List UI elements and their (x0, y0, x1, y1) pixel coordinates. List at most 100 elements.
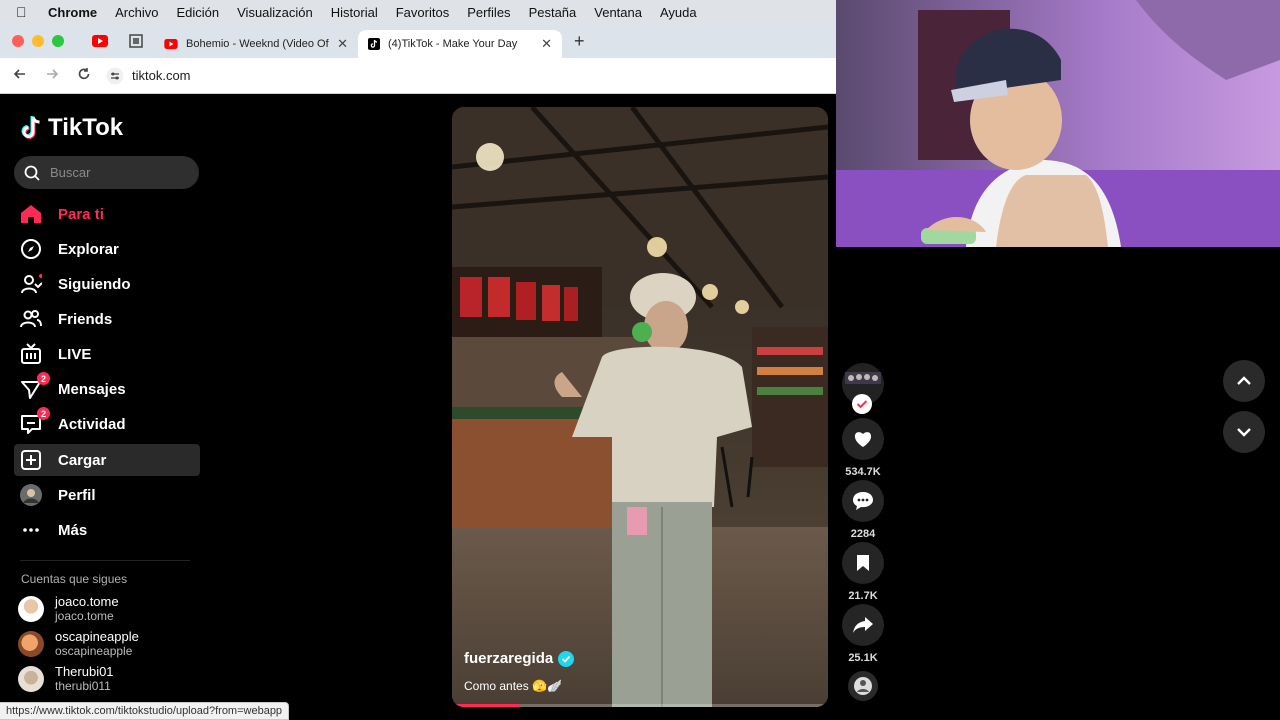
nav-label: Friends (58, 310, 113, 328)
forward-button[interactable] (36, 67, 68, 84)
reload-icon (78, 68, 90, 80)
comment-icon (853, 492, 873, 510)
previous-video-button[interactable] (1223, 360, 1265, 402)
menu-perfiles[interactable]: Perfiles (467, 5, 510, 20)
nav-cargar[interactable]: Cargar (14, 444, 200, 476)
creator-avatar-button[interactable] (840, 362, 886, 414)
music-disc-button[interactable] (840, 670, 886, 707)
site-settings-icon[interactable] (106, 67, 124, 85)
live-icon (20, 343, 42, 365)
pinned-tab-youtube[interactable] (82, 28, 118, 54)
account-name: Therubi01 (55, 664, 114, 679)
share-button[interactable]: 25.1K (840, 604, 886, 664)
nav-explorar[interactable]: Explorar (14, 233, 200, 265)
tab-bohemio[interactable]: Bohemio - Weeknd (Video Of ✕ (154, 30, 358, 58)
apple-icon[interactable]:  (16, 4, 34, 20)
logo-text: TikTok (48, 114, 124, 141)
like-count: 534.7K (845, 466, 881, 478)
tiktok-logo-icon (21, 116, 40, 139)
webcam-overlay (836, 0, 1280, 247)
following-account[interactable]: oscapineapple oscapineapple (18, 630, 139, 658)
menu-historial[interactable]: Historial (331, 5, 378, 20)
nav-live[interactable]: LIVE (14, 338, 200, 370)
menu-visualizacion[interactable]: Visualización (237, 5, 313, 20)
search-placeholder: Buscar (50, 165, 91, 180)
next-video-button[interactable] (1223, 411, 1265, 453)
chevron-up-icon (1237, 376, 1251, 385)
nav-label: Siguiendo (58, 275, 131, 293)
tab-title: Bohemio - Weeknd (Video Of (186, 38, 329, 50)
video-username: fuerzaregida (464, 650, 554, 667)
nav-siguiendo[interactable]: Siguiendo (14, 268, 200, 300)
close-tab-icon[interactable]: ✕ (541, 36, 552, 52)
share-count: 25.1K (848, 652, 878, 664)
account-handle: therubi011 (55, 679, 111, 693)
nav-mensajes[interactable]: 2 Mensajes (14, 372, 200, 405)
account-name: joaco.tome (55, 594, 119, 609)
sidebar: TikTok Buscar Para ti Explorar Siguiendo (0, 94, 210, 720)
browser-tabbar: Bohemio - Weeknd (Video Of ✕ (4)TikTok -… (0, 24, 836, 58)
nav-perfil[interactable]: Perfil (14, 479, 200, 511)
following-account[interactable]: joaco.tome joaco.tome (18, 595, 119, 623)
following-section-title: Cuentas que sigues (21, 572, 128, 586)
profile-avatar (20, 484, 42, 506)
new-tab-button[interactable]: + (574, 31, 585, 52)
heart-icon (854, 432, 872, 447)
following-icon (20, 273, 42, 295)
activity-icon: 2 (20, 407, 50, 435)
back-button[interactable] (4, 67, 36, 84)
address-toolbar: tiktok.com (0, 58, 836, 94)
maximize-window-button[interactable] (52, 35, 64, 47)
nav-label: Más (58, 521, 88, 539)
video-player[interactable]: fuerzaregida Como antes 🫣🪽 (452, 107, 828, 707)
tiktok-logo[interactable]: TikTok (20, 114, 123, 142)
tiktok-icon (368, 38, 380, 50)
video-frame (452, 107, 828, 707)
menu-chrome[interactable]: Chrome (48, 5, 97, 20)
nav-friends[interactable]: Friends (14, 303, 200, 335)
menu-edicion[interactable]: Edición (176, 5, 219, 20)
like-button[interactable]: 534.7K (840, 418, 886, 478)
more-icon (20, 519, 42, 541)
youtube-icon (92, 35, 108, 47)
nav-mas[interactable]: Más (14, 514, 200, 546)
avatar (18, 666, 44, 692)
tiktok-page: TikTok Buscar Para ti Explorar Siguiendo (0, 94, 884, 720)
tab-tiktok[interactable]: (4)TikTok - Make Your Day ✕ (358, 30, 562, 58)
pinned-tab-page[interactable] (118, 28, 154, 54)
menu-ayuda[interactable]: Ayuda (660, 5, 697, 20)
search-input[interactable]: Buscar (14, 156, 199, 189)
nav-label: LIVE (58, 345, 92, 363)
follow-check-icon[interactable] (852, 394, 872, 414)
verified-icon (558, 650, 575, 667)
upload-icon (20, 449, 42, 471)
comment-count: 2284 (850, 528, 876, 540)
comment-button[interactable]: 2284 (840, 480, 886, 540)
menu-favoritos[interactable]: Favoritos (396, 5, 449, 20)
nav-para-ti[interactable]: Para ti (14, 198, 200, 230)
video-author[interactable]: fuerzaregida (464, 650, 575, 667)
menu-pestana[interactable]: Pestaña (529, 5, 577, 20)
reload-button[interactable] (68, 67, 100, 84)
close-window-button[interactable] (12, 35, 24, 47)
back-arrow-icon (13, 69, 25, 79)
save-button[interactable]: 21.7K (840, 542, 886, 602)
link-status-bar: https://www.tiktok.com/tiktokstudio/uplo… (0, 702, 290, 720)
nav-label: Cargar (58, 451, 107, 469)
video-progress-bar[interactable] (452, 704, 828, 707)
close-tab-icon[interactable]: ✕ (337, 36, 348, 52)
chevron-down-icon (1237, 428, 1251, 437)
video-caption: Como antes 🫣🪽 (464, 679, 562, 693)
save-count: 21.7K (848, 590, 878, 602)
omnibox[interactable]: tiktok.com (106, 67, 191, 85)
menu-archivo[interactable]: Archivo (115, 5, 158, 20)
avatar (18, 596, 44, 622)
minimize-window-button[interactable] (32, 35, 44, 47)
nav-actividad[interactable]: 2 Actividad (14, 407, 200, 440)
friends-icon (20, 308, 42, 330)
share-icon (853, 617, 873, 633)
menu-ventana[interactable]: Ventana (594, 5, 642, 20)
following-account[interactable]: Therubi01 therubi011 (18, 665, 114, 693)
window-controls (12, 35, 64, 47)
url-text: tiktok.com (132, 68, 191, 83)
